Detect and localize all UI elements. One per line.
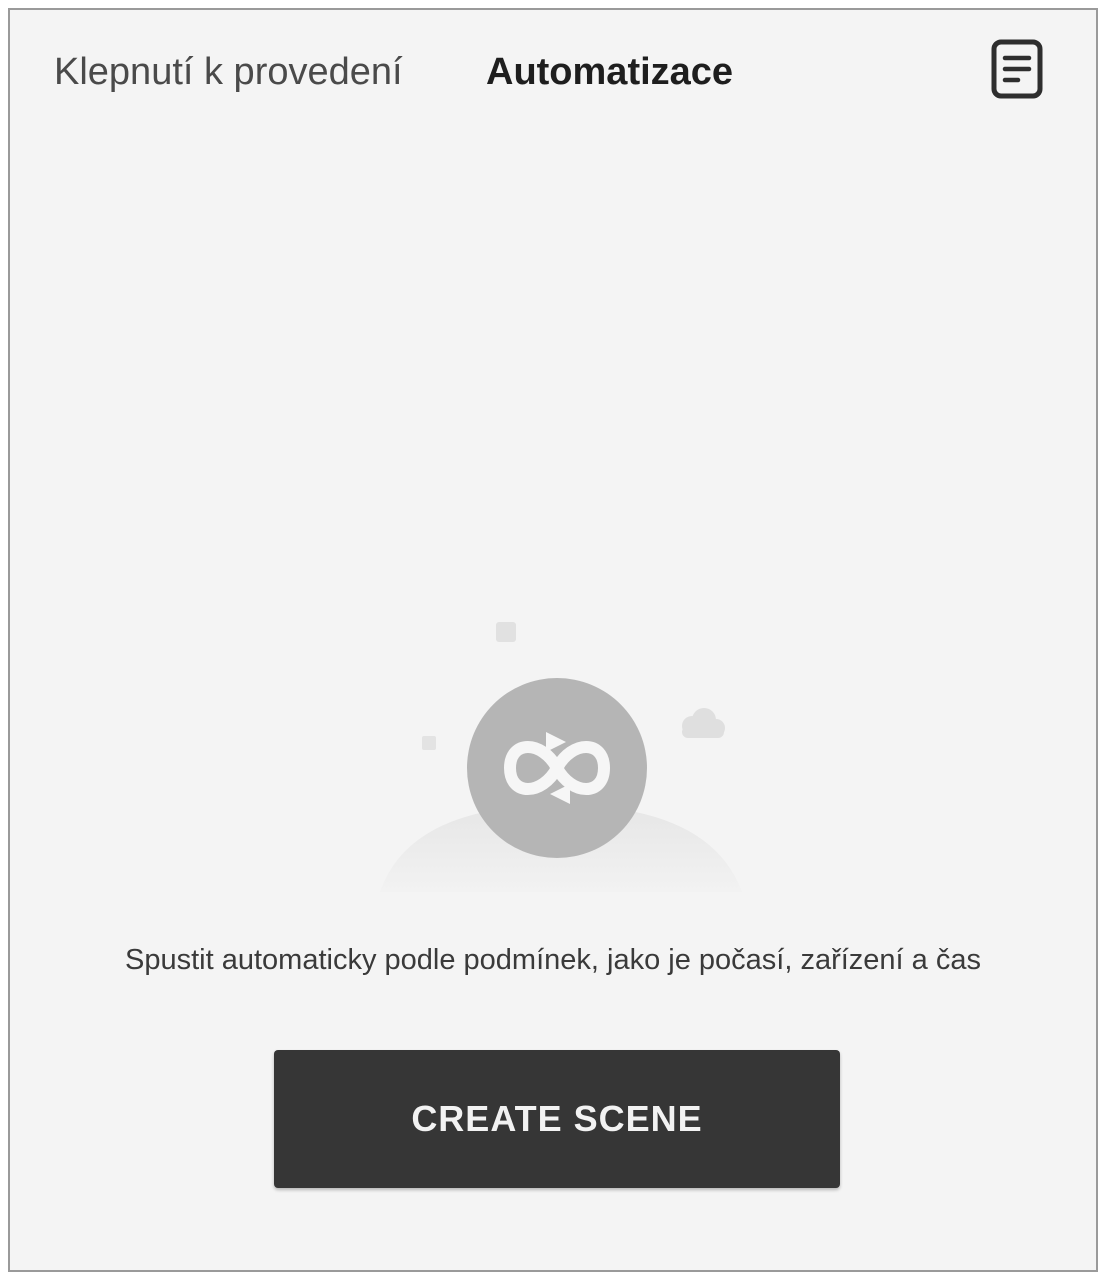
create-scene-label: CREATE SCENE [411,1098,703,1139]
empty-state-description: Spustit automaticky podle podmínek, jako… [125,944,981,976]
cloud-icon [682,708,725,738]
tab-tap-to-run[interactable]: Klepnutí k provedení [54,50,403,94]
decor-square-left [422,736,436,750]
app-screen: Klepnutí k provedení Automatizace Spusti… [8,8,1098,1272]
decor-square-top [496,622,516,642]
log-button[interactable] [988,36,1046,102]
empty-state-illustration [370,600,750,900]
create-scene-button[interactable]: CREATE SCENE [274,1050,840,1188]
tab-bar: Klepnutí k provedení Automatizace [10,10,1096,130]
document-list-icon [991,39,1043,99]
tab-automation[interactable]: Automatizace [486,50,733,94]
